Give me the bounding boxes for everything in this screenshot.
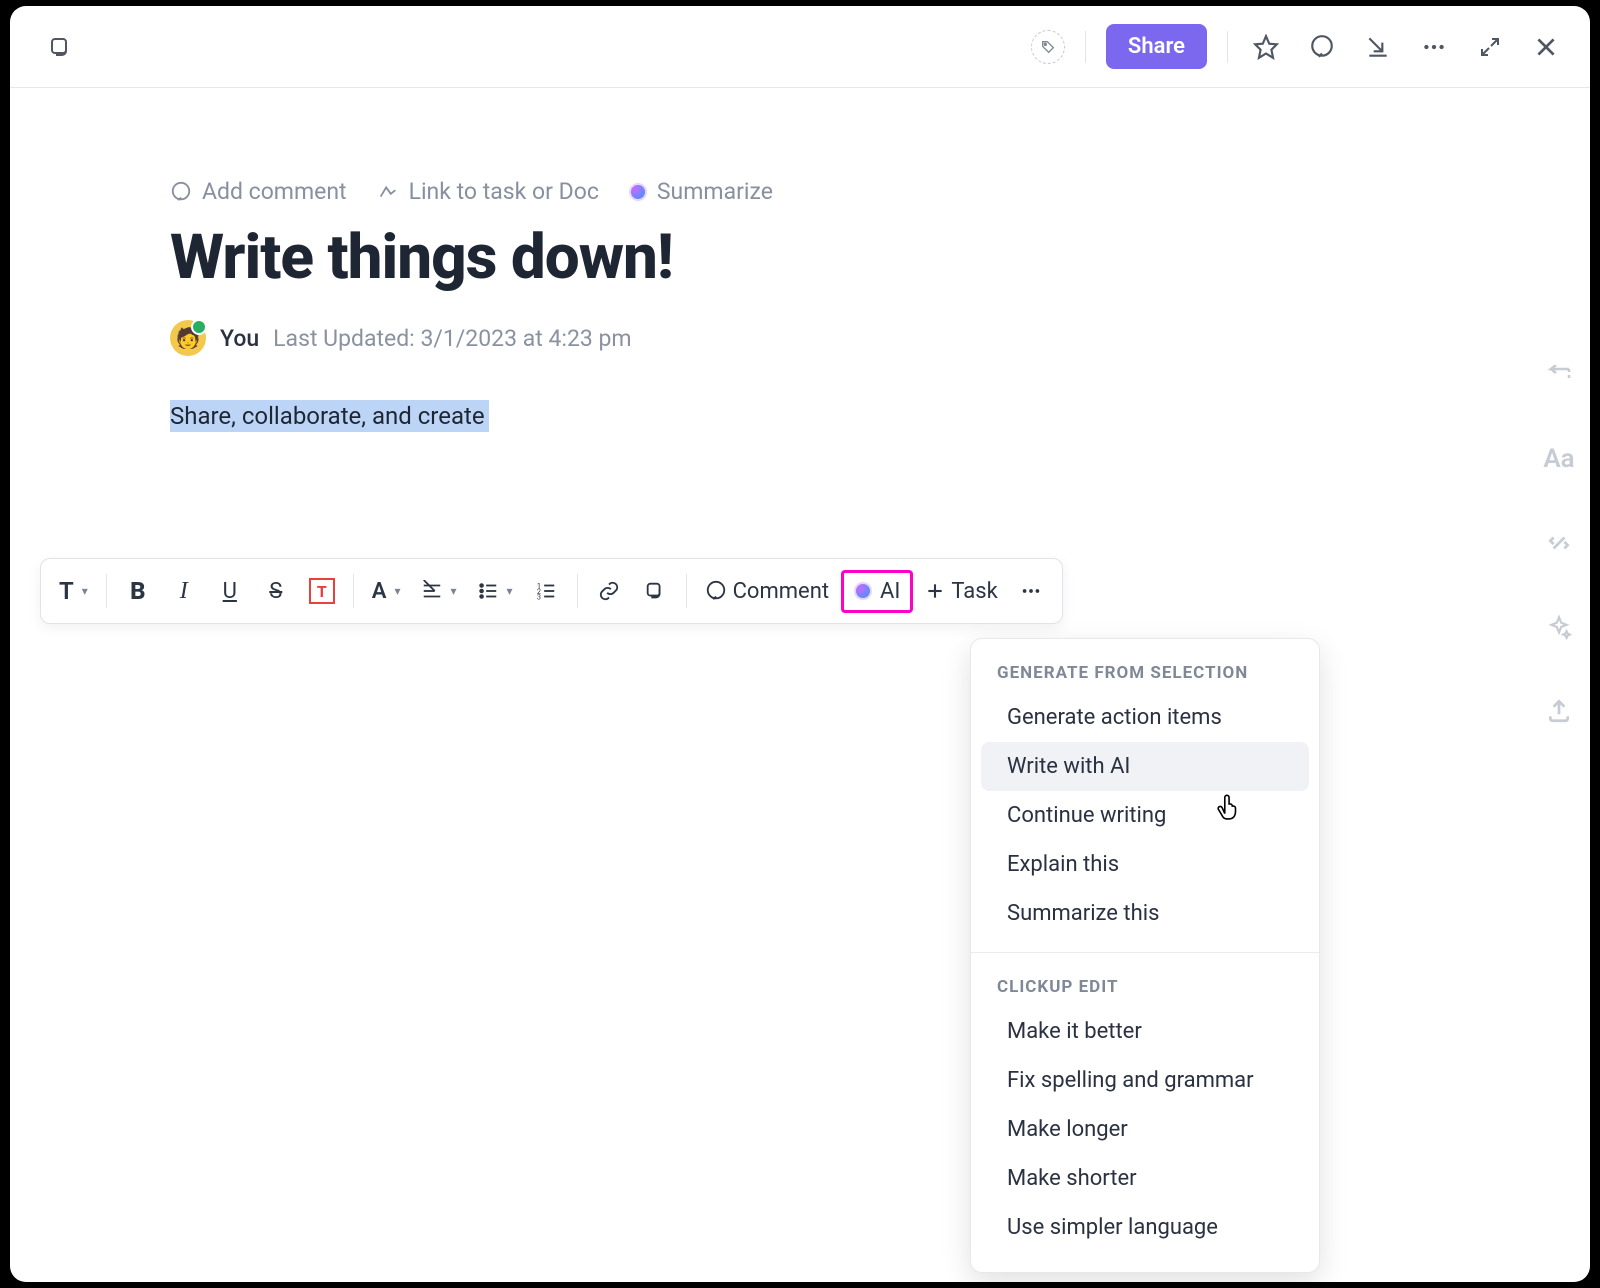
header-bar: Share — [10, 6, 1590, 88]
typography-icon[interactable]: Aa — [1542, 442, 1576, 476]
divider — [577, 574, 578, 608]
underline-button[interactable]: U — [209, 567, 251, 615]
document-body: Add comment Link to task or Doc Summariz… — [10, 88, 1590, 1282]
link-task-action[interactable]: Link to task or Doc — [377, 178, 599, 205]
divider — [106, 574, 107, 608]
last-updated-label: Last Updated: 3/1/2023 at 4:23 pm — [273, 325, 631, 352]
summarize-action[interactable]: Summarize — [629, 178, 773, 205]
add-comment-label: Add comment — [202, 178, 347, 205]
dropdown-section-header: CLICKUP EDIT — [971, 967, 1319, 1007]
dropdown-item[interactable]: Make longer — [981, 1105, 1309, 1154]
doc-actions-row: Add comment Link to task or Doc Summariz… — [170, 178, 1070, 205]
sparkle-icon[interactable] — [1542, 610, 1576, 644]
tag-icon[interactable] — [1031, 30, 1065, 64]
more-menu-icon[interactable] — [1416, 29, 1452, 65]
upload-icon[interactable] — [1542, 694, 1576, 728]
link-task-label: Link to task or Doc — [409, 178, 599, 205]
strikethrough-button[interactable]: S — [255, 567, 297, 615]
subtask-button[interactable] — [634, 567, 676, 615]
right-rail: Aa — [1542, 358, 1576, 728]
divider — [1227, 31, 1228, 63]
dropdown-item[interactable]: Explain this — [981, 840, 1309, 889]
bullet-list-dropdown[interactable]: ▾ — [469, 567, 521, 615]
dropdown-item[interactable]: Continue writing — [981, 791, 1309, 840]
ai-dropdown-menu: GENERATE FROM SELECTION Generate action … — [970, 638, 1320, 1273]
ai-dot-icon — [854, 582, 872, 600]
download-icon[interactable] — [1360, 29, 1396, 65]
dropdown-item[interactable]: Summarize this — [981, 889, 1309, 938]
divider — [686, 574, 687, 608]
swap-icon[interactable] — [1542, 526, 1576, 560]
bold-button[interactable]: B — [117, 567, 159, 615]
dropdown-section-header: GENERATE FROM SELECTION — [971, 653, 1319, 693]
page-title[interactable]: Write things down! — [170, 221, 1070, 294]
task-button[interactable]: Task — [917, 567, 1005, 615]
selected-text: Share, collaborate, and create — [170, 400, 489, 432]
dropdown-item[interactable]: Make it better — [981, 1007, 1309, 1056]
svg-text:3: 3 — [536, 592, 540, 601]
divider — [971, 952, 1319, 953]
toolbar-more-icon[interactable] — [1010, 567, 1052, 615]
content-area: Add comment Link to task or Doc Summariz… — [10, 88, 1070, 430]
dropdown-item[interactable]: Make shorter — [981, 1154, 1309, 1203]
italic-button[interactable]: I — [163, 567, 205, 615]
divider — [1085, 31, 1086, 63]
document-window: Share — [10, 6, 1590, 1282]
dropdown-item[interactable]: Generate action items — [981, 693, 1309, 742]
avatar[interactable]: 🧑 — [170, 320, 206, 356]
highlight-color-button[interactable]: T — [301, 567, 343, 615]
indent-icon[interactable] — [1542, 358, 1576, 392]
align-dropdown[interactable]: ▾ — [413, 567, 465, 615]
share-button[interactable]: Share — [1106, 24, 1207, 69]
summarize-label: Summarize — [657, 178, 773, 205]
dropdown-item[interactable]: Use simpler language — [981, 1203, 1309, 1252]
author-name: You — [220, 325, 259, 352]
add-comment-action[interactable]: Add comment — [170, 178, 347, 205]
expand-icon[interactable] — [1472, 29, 1508, 65]
document-content[interactable]: Share, collaborate, and create — [170, 402, 1070, 430]
text-style-dropdown[interactable]: T▾ — [51, 567, 96, 615]
close-icon[interactable] — [1528, 29, 1564, 65]
dropdown-item[interactable]: Write with AI — [981, 742, 1309, 791]
link-button[interactable] — [588, 567, 630, 615]
ai-dot-icon — [629, 183, 647, 201]
dropdown-item[interactable]: Fix spelling and grammar — [981, 1056, 1309, 1105]
star-icon[interactable] — [1248, 29, 1284, 65]
author-row: 🧑 You Last Updated: 3/1/2023 at 4:23 pm — [170, 320, 1070, 356]
comment-button[interactable]: Comment — [697, 567, 837, 615]
comment-bubble-icon[interactable] — [1304, 29, 1340, 65]
font-color-dropdown[interactable]: A▾ — [364, 567, 409, 615]
formatting-toolbar: T▾ B I U S T A▾ ▾ ▾ 123 — [40, 558, 1063, 624]
ai-button[interactable]: AI — [841, 570, 913, 613]
numbered-list-button[interactable]: 123 — [525, 567, 567, 615]
subtask-icon[interactable] — [42, 29, 78, 65]
divider — [353, 574, 354, 608]
